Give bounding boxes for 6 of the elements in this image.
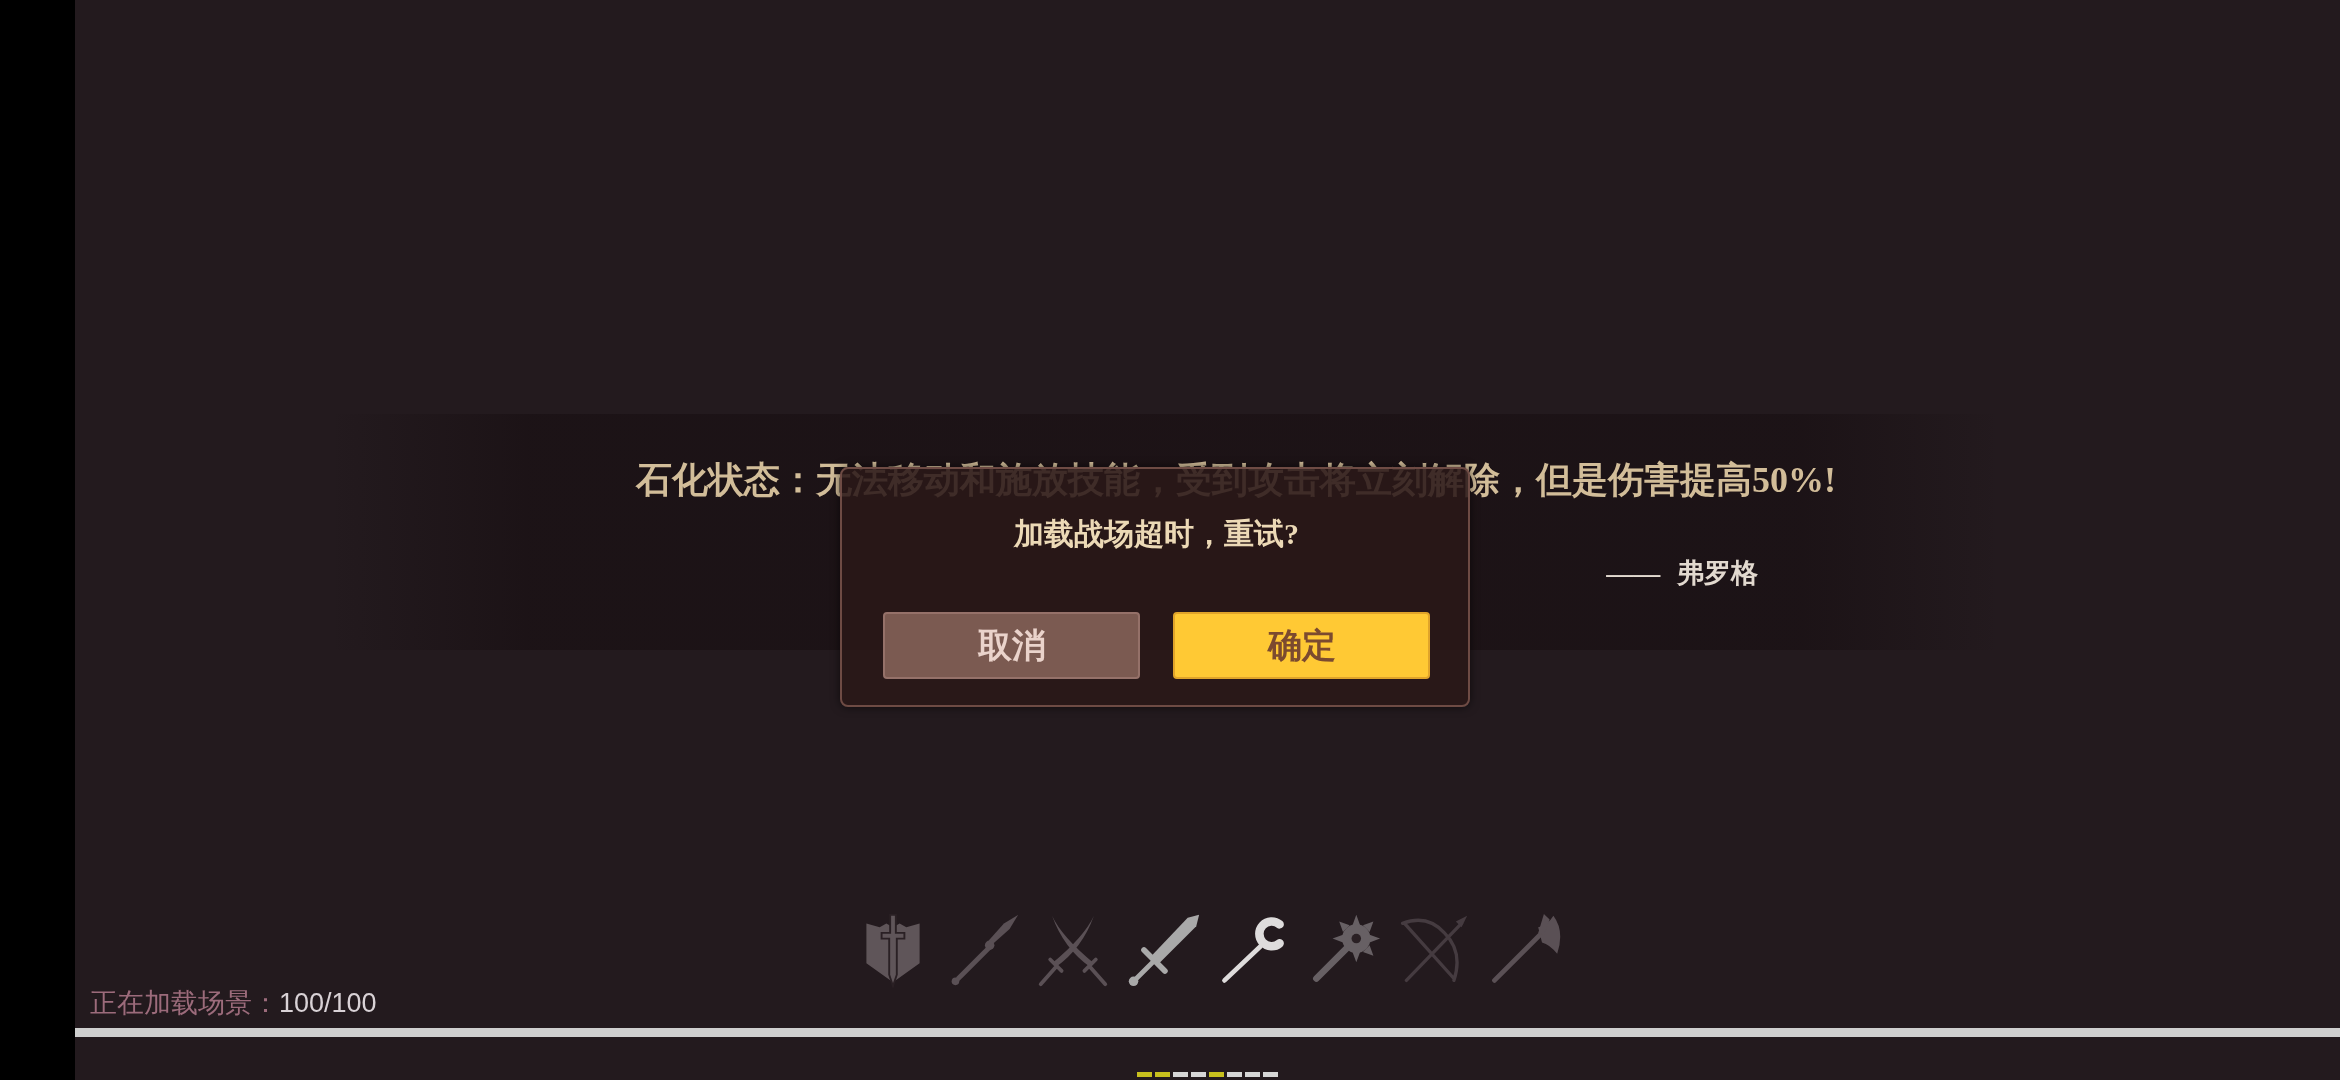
cancel-button[interactable]: 取消 [883, 612, 1140, 679]
loading-count: 100/100 [279, 988, 377, 1018]
loading-label: 正在加载场景： [90, 988, 279, 1018]
quote-attribution: —— 弗罗格 [1606, 557, 1758, 590]
dialog-message: 加载战场超时，重试? [1014, 516, 1299, 552]
confirm-button[interactable]: 确定 [1173, 612, 1430, 679]
